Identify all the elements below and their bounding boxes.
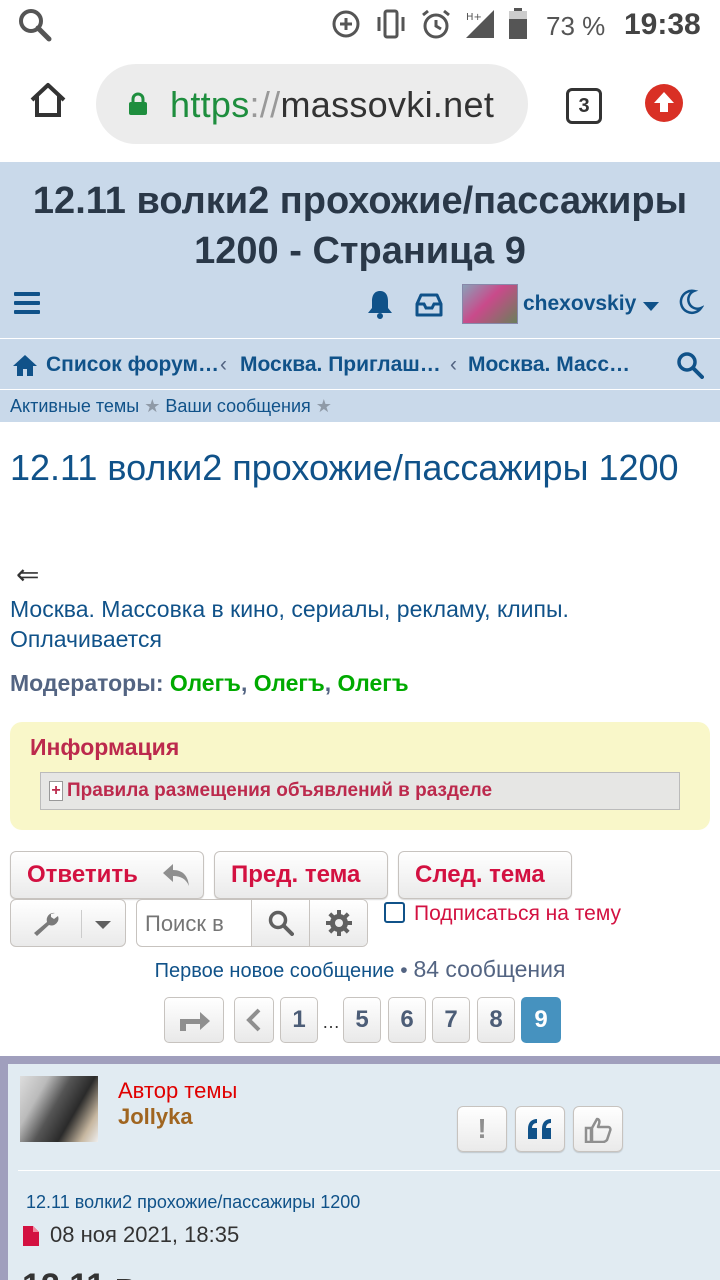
- subscribe-label[interactable]: Подписаться на тему: [414, 902, 621, 926]
- post-content-peek: 12.11 в: [22, 1264, 136, 1280]
- breadcrumb-separator: ‹: [450, 353, 457, 376]
- moderators-label: Модераторы:: [10, 670, 164, 696]
- divider: [18, 1170, 720, 1171]
- battery-icon: [509, 8, 527, 39]
- next-topic-button[interactable]: След. тема: [398, 851, 572, 899]
- signal-icon: H+: [466, 10, 494, 38]
- home-icon[interactable]: [28, 80, 68, 120]
- current-page: 9: [521, 997, 561, 1043]
- previous-page-button[interactable]: [234, 997, 274, 1043]
- upload-icon[interactable]: [645, 84, 683, 122]
- jump-to-page-button[interactable]: [164, 997, 224, 1043]
- inbox-icon[interactable]: [414, 292, 444, 318]
- forum-link[interactable]: Москва. Массовка в кино, сериалы, реклам…: [10, 594, 710, 654]
- subscribe-checkbox[interactable]: [384, 902, 405, 923]
- breadcrumb-item-forum-list[interactable]: Список форум…: [46, 353, 219, 377]
- star-icon: ★: [315, 396, 332, 416]
- url-text: https://massovki.net: [170, 84, 495, 125]
- lock-icon: [129, 92, 147, 115]
- page-link[interactable]: 1: [280, 997, 318, 1043]
- menu-icon[interactable]: [14, 292, 40, 319]
- svg-text:H+: H+: [466, 12, 482, 23]
- post-date: 08 ноя 2021, 18:35: [22, 1222, 239, 1248]
- battery-percent: 73 %: [546, 11, 606, 41]
- search-button[interactable]: [251, 900, 309, 946]
- file-icon[interactable]: [22, 1225, 40, 1247]
- post-subject[interactable]: 12.11 волки2 прохожие/пассажиры 1200: [26, 1192, 360, 1213]
- moderator-link[interactable]: Олегъ: [338, 670, 409, 696]
- alarm-icon: [422, 9, 450, 39]
- status-bar: H+ 73 % 19:38: [0, 0, 720, 50]
- page-link[interactable]: 6: [388, 997, 426, 1043]
- active-topics-link[interactable]: Активные темы: [10, 396, 139, 416]
- page-link[interactable]: 5: [343, 997, 381, 1043]
- page-link[interactable]: 7: [432, 997, 470, 1043]
- moderators: Модераторы: Олегъ, Олегъ, Олегъ: [10, 670, 409, 696]
- info-box: Информация + Правила размещения объявлен…: [10, 722, 710, 830]
- info-title: Информация: [30, 734, 180, 760]
- topic-stats: Первое новое сообщение • 84 сообщения: [154, 956, 566, 982]
- topic-author-label: Автор темы: [118, 1078, 238, 1103]
- your-posts-link[interactable]: Ваши сообщения: [165, 396, 310, 416]
- breadcrumb: Список форум… ‹ Москва. Приглаш… ‹ Москв…: [0, 338, 720, 390]
- spoiler-label[interactable]: Правила размещения объявлений в разделе: [67, 780, 492, 802]
- first-new-post-link[interactable]: Первое новое сообщение: [155, 960, 395, 982]
- post-body: Автор темы Jollyka ! 12.11 волки2 прохож…: [8, 1064, 720, 1280]
- address-bar[interactable]: https://massovki.net: [96, 64, 528, 144]
- status-icons: H+: [330, 8, 528, 40]
- bell-icon[interactable]: [366, 288, 394, 320]
- wrench-icon: [34, 912, 59, 936]
- quote-icon: [528, 1119, 551, 1139]
- quote-button[interactable]: [515, 1106, 565, 1152]
- avatar[interactable]: [20, 1076, 98, 1142]
- breadcrumb-item-moscow-mass[interactable]: Москва. Масс…: [468, 353, 630, 377]
- post: Автор темы Jollyka ! 12.11 волки2 прохож…: [0, 1056, 720, 1280]
- chevron-left-icon: [246, 1008, 261, 1032]
- search-icon[interactable]: [676, 351, 704, 379]
- star-icon: ★: [144, 396, 161, 416]
- like-button[interactable]: [573, 1106, 623, 1152]
- moon-icon[interactable]: [676, 288, 704, 316]
- clock: 19:38: [624, 8, 701, 41]
- page-title: 12.11 волки2 прохожие/пассажиры 1200 - С…: [32, 180, 688, 272]
- spoiler-rules[interactable]: + Правила размещения объявлений в раздел…: [40, 772, 680, 810]
- post-count: 84 сообщения: [413, 956, 566, 982]
- chevron-down-icon[interactable]: [643, 302, 659, 311]
- home-icon[interactable]: [12, 353, 38, 377]
- avatar[interactable]: [462, 284, 518, 324]
- reply-icon: [163, 864, 189, 886]
- thumbs-up-icon: [584, 1117, 612, 1144]
- page-ellipsis: …: [322, 1012, 340, 1032]
- vibrate-icon: [377, 9, 405, 39]
- jump-arrow-icon: [180, 1012, 210, 1031]
- prev-topic-button[interactable]: Пред. тема: [214, 851, 388, 899]
- data-saver-icon: [332, 10, 360, 38]
- page-link[interactable]: 8: [477, 997, 515, 1043]
- expand-icon[interactable]: +: [49, 781, 63, 801]
- author-name[interactable]: Jollyka: [118, 1104, 193, 1130]
- quick-links: Активные темы ★ Ваши сообщения ★: [0, 396, 720, 422]
- search-icon: [19, 9, 52, 42]
- search-icon: [268, 910, 294, 936]
- tab-switcher-button[interactable]: 3: [566, 88, 602, 124]
- nav-row: chexovskiy: [0, 280, 720, 334]
- back-arrow-icon[interactable]: ⇐: [16, 558, 39, 591]
- topic-tools-button[interactable]: [10, 899, 126, 947]
- reply-button[interactable]: Ответить: [10, 851, 204, 899]
- moderator-link[interactable]: Олегъ: [254, 670, 325, 696]
- browser-toolbar: https://massovki.net 3: [0, 50, 720, 162]
- moderator-link[interactable]: Олегъ: [170, 670, 241, 696]
- username[interactable]: chexovskiy: [523, 292, 636, 316]
- topic-search: [136, 899, 368, 947]
- breadcrumb-separator: ‹: [220, 353, 227, 376]
- search-input[interactable]: [145, 911, 249, 937]
- chevron-down-icon: [95, 921, 111, 929]
- advanced-search-button[interactable]: [309, 900, 367, 946]
- gear-icon: [326, 910, 352, 936]
- report-button[interactable]: !: [457, 1106, 507, 1152]
- site-header: 12.11 волки2 прохожие/пассажиры 1200 - С…: [0, 162, 720, 422]
- breadcrumb-item-moscow-invite[interactable]: Москва. Приглаш…: [240, 353, 441, 377]
- topic-title[interactable]: 12.11 волки2 прохожие/пассажиры 1200: [10, 444, 710, 491]
